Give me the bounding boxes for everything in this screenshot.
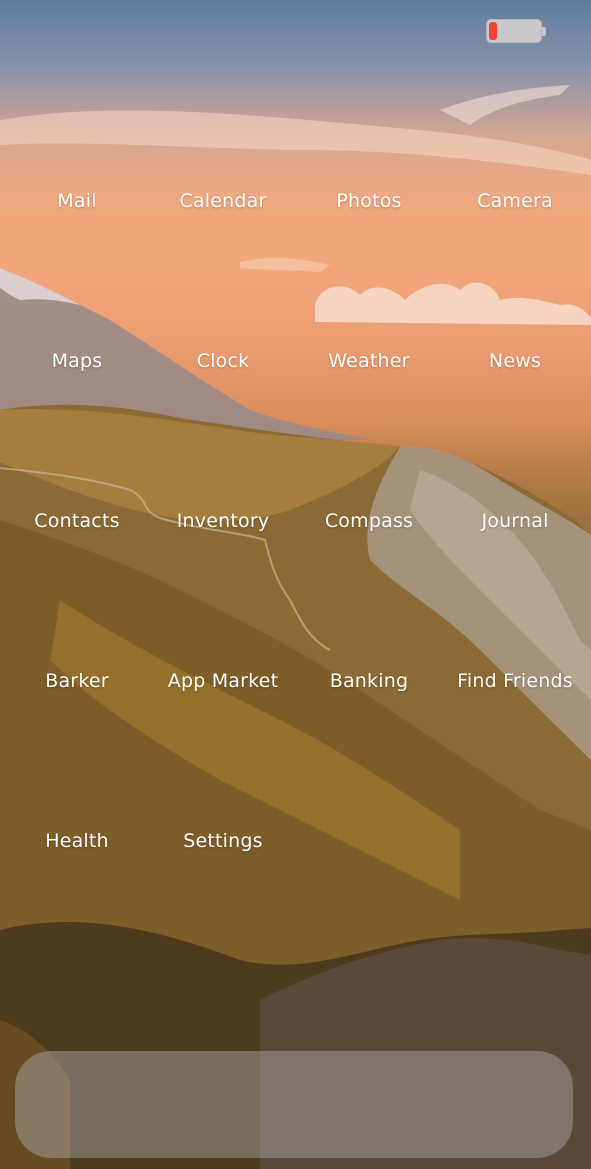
- app-journal[interactable]: Journal: [442, 480, 588, 640]
- app-label: Camera: [477, 190, 553, 212]
- app-app-market[interactable]: App Market: [150, 640, 296, 800]
- app-maps[interactable]: Maps: [4, 320, 150, 480]
- app-weather[interactable]: Weather: [296, 320, 442, 480]
- battery-icon: [486, 19, 546, 43]
- status-bar: [0, 0, 591, 60]
- app-label: News: [488, 350, 542, 372]
- app-label: Weather: [328, 350, 410, 372]
- app-banking[interactable]: Banking: [296, 640, 442, 800]
- app-contacts[interactable]: Contacts: [4, 480, 150, 640]
- app-health[interactable]: Health: [4, 800, 150, 960]
- app-compass[interactable]: Compass: [296, 480, 442, 640]
- app-label: Clock: [196, 350, 250, 372]
- app-label: Mail: [57, 190, 97, 212]
- battery-nub: [542, 27, 546, 36]
- app-label: Journal: [481, 510, 549, 532]
- app-label: Banking: [329, 670, 409, 692]
- app-label: Health: [45, 830, 109, 852]
- app-find-friends[interactable]: Find Friends: [442, 640, 588, 800]
- dock: [15, 1051, 573, 1158]
- app-inventory[interactable]: Inventory: [150, 480, 296, 640]
- app-label: App Market: [167, 670, 279, 692]
- app-grid: Mail Calendar Photos Camera Maps Clock Weather…: [4, 160, 588, 960]
- app-label: Inventory: [176, 510, 270, 532]
- app-label: Barker: [45, 670, 109, 692]
- battery-level: [489, 22, 497, 40]
- app-calendar[interactable]: Calendar: [150, 160, 296, 320]
- app-label: Maps: [51, 350, 103, 372]
- app-label: Contacts: [34, 510, 120, 532]
- app-label: Calendar: [179, 190, 267, 212]
- app-barker[interactable]: Barker: [4, 640, 150, 800]
- app-settings[interactable]: Settings: [150, 800, 296, 960]
- app-mail[interactable]: Mail: [4, 160, 150, 320]
- app-photos[interactable]: Photos: [296, 160, 442, 320]
- app-news[interactable]: News: [442, 320, 588, 480]
- app-label: Settings: [183, 830, 263, 852]
- app-camera[interactable]: Camera: [442, 160, 588, 320]
- app-clock[interactable]: Clock: [150, 320, 296, 480]
- app-label: Find Friends: [457, 670, 573, 692]
- app-label: Photos: [336, 190, 402, 212]
- app-label: Compass: [324, 510, 414, 532]
